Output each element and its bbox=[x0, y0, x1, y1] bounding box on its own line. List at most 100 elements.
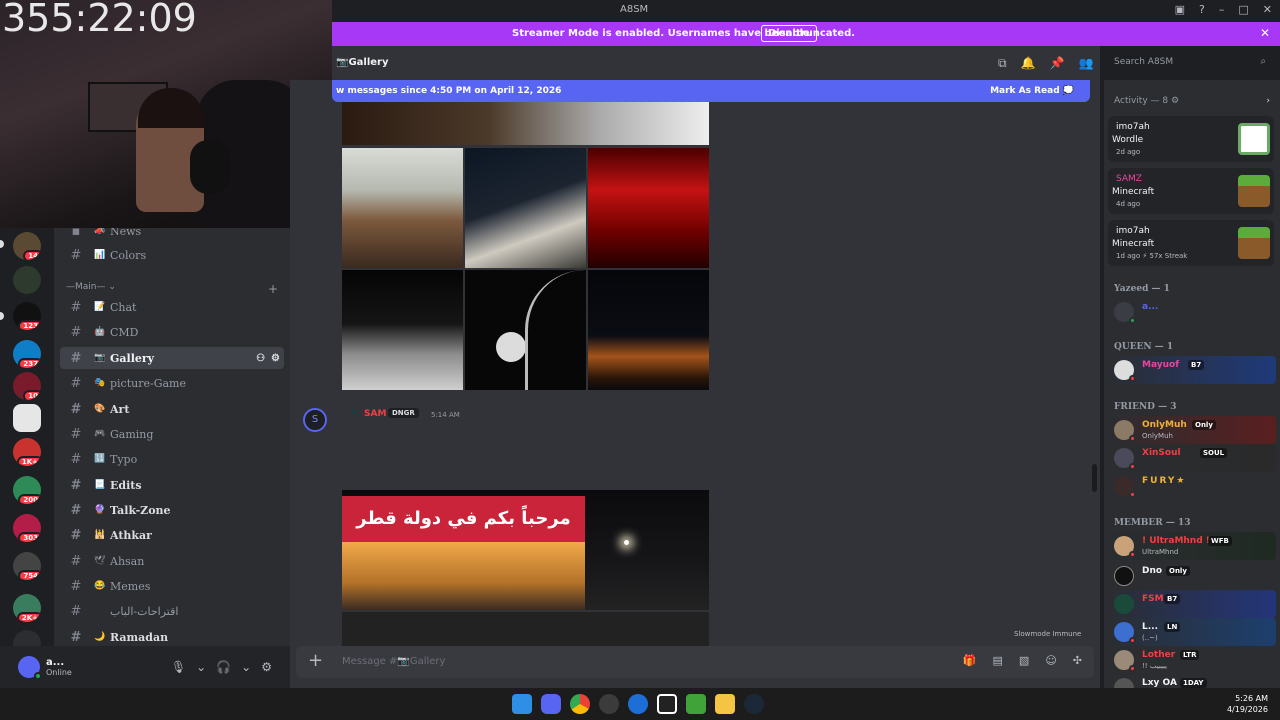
gallery-image-night-facade[interactable] bbox=[342, 270, 463, 390]
channel-picture-game[interactable]: # 🎭 picture-Game bbox=[60, 372, 284, 394]
chrome-icon[interactable] bbox=[570, 694, 590, 714]
microphone-icon[interactable]: 🎙 bbox=[171, 660, 186, 674]
gallery-image[interactable] bbox=[342, 102, 709, 145]
server-icon[interactable]: 10 bbox=[13, 372, 41, 400]
message-input[interactable]: Message #📷Gallery bbox=[342, 656, 445, 667]
server-icon[interactable]: 303 bbox=[13, 514, 41, 542]
channel-colors[interactable]: # 📊 Colors bbox=[60, 244, 284, 266]
search-input[interactable]: Search A8SM ⌕ bbox=[1108, 53, 1272, 73]
gear-icon[interactable]: ⚙ bbox=[1171, 96, 1179, 106]
channel-gallery[interactable]: # 📷 Gallery ⚇ ⚙ bbox=[60, 347, 284, 369]
start-menu-icon[interactable] bbox=[512, 694, 532, 714]
close-window-button[interactable]: ✕ bbox=[1263, 3, 1272, 16]
member-list-icon[interactable]: 👥 bbox=[1078, 56, 1093, 71]
gif-icon[interactable]: ▤ bbox=[993, 654, 1003, 667]
server-icon[interactable] bbox=[13, 266, 41, 294]
chevron-down-icon[interactable]: ⌄ bbox=[241, 660, 251, 674]
member-row[interactable]: FURY★ bbox=[1108, 472, 1276, 500]
channel-memes[interactable]: # 😂 Memes bbox=[60, 575, 284, 597]
settings-gear-icon[interactable]: ⚙ bbox=[271, 353, 280, 364]
apps-icon[interactable]: ✣ bbox=[1073, 654, 1082, 667]
add-channel-icon[interactable]: + bbox=[268, 282, 278, 296]
chevron-right-icon[interactable]: › bbox=[1266, 96, 1270, 106]
server-icon[interactable]: 1K+ bbox=[13, 438, 41, 466]
minimize-button[interactable]: – bbox=[1219, 3, 1225, 16]
member-row[interactable]: FSM B7 bbox=[1108, 590, 1276, 618]
server-icon[interactable]: 123 bbox=[13, 302, 41, 330]
channel-art[interactable]: # 🎨 Art bbox=[60, 398, 284, 420]
member-row[interactable]: Dno Only bbox=[1108, 562, 1276, 590]
member-row[interactable]: Lother LTR !! يبيبيب bbox=[1108, 646, 1276, 674]
sticker-icon[interactable]: ▧ bbox=[1019, 654, 1029, 667]
member-row[interactable]: OnlyMuh Only OnlyMuh bbox=[1108, 416, 1276, 444]
add-attachment-icon[interactable]: + bbox=[308, 650, 323, 671]
activity-header[interactable]: Activity — 8 ⚙ › bbox=[1114, 96, 1270, 106]
mention-badge: 1K+ bbox=[16, 456, 41, 466]
gift-icon[interactable]: 🎁 bbox=[963, 654, 977, 667]
channel-edits[interactable]: # 📃 Edits bbox=[60, 474, 284, 496]
channel-chat[interactable]: # 📝 Chat bbox=[60, 296, 284, 318]
member-row[interactable]: XinSoul SOUL bbox=[1108, 444, 1276, 472]
channel-talk-zone[interactable]: # 🔮 Talk-Zone bbox=[60, 499, 284, 521]
member-row[interactable]: Lxy OA 1DAY bbox=[1108, 674, 1276, 688]
server-icon[interactable]: 2K+ bbox=[13, 594, 41, 622]
gallery-image-red-lights[interactable] bbox=[588, 148, 709, 268]
channel-ahsan[interactable]: # 🕊 Ahsan bbox=[60, 550, 284, 572]
server-icon[interactable]: 754 bbox=[13, 552, 41, 580]
threads-icon[interactable]: ⧉ bbox=[998, 56, 1007, 71]
channel-news[interactable]: ▪ 📣 News bbox=[60, 228, 284, 242]
discord-icon[interactable] bbox=[541, 694, 561, 714]
message-author[interactable]: SAM bbox=[364, 409, 386, 419]
invite-icon[interactable]: ⚇ bbox=[256, 353, 265, 364]
scrollbar[interactable] bbox=[1092, 464, 1097, 492]
inbox-icon[interactable]: ▣ bbox=[1175, 3, 1185, 16]
channel-athkar[interactable]: # 🕌 Athkar bbox=[60, 524, 284, 546]
help-icon[interactable]: ? bbox=[1199, 3, 1205, 16]
capture-icon[interactable] bbox=[657, 694, 677, 714]
channel-gaming[interactable]: # 🎮 Gaming bbox=[60, 423, 284, 445]
minecraft-launcher-icon[interactable] bbox=[686, 694, 706, 714]
file-explorer-icon[interactable] bbox=[715, 694, 735, 714]
channel-ramadan[interactable]: # 🌙 Ramadan bbox=[60, 626, 284, 646]
steam-icon[interactable] bbox=[744, 694, 764, 714]
avatar[interactable] bbox=[18, 656, 42, 680]
activity-card[interactable]: imo7ah Minecraft 1d ago ⚡ 57x Streak bbox=[1108, 220, 1274, 266]
system-clock[interactable]: 5:26 AM 4/19/2026 bbox=[1227, 693, 1268, 715]
server-icon[interactable]: 237 bbox=[13, 340, 41, 368]
channel-typo[interactable]: # 🔢 Typo bbox=[60, 448, 284, 470]
gallery-image-qatar-sign[interactable]: مرحباً بكم في دولة قطر bbox=[342, 490, 709, 610]
new-messages-bar[interactable]: w messages since 4:50 PM on April 12, 20… bbox=[332, 80, 1090, 102]
server-icon[interactable] bbox=[13, 404, 41, 432]
battlenet-icon[interactable] bbox=[628, 694, 648, 714]
headphones-icon[interactable]: 🎧 bbox=[216, 660, 231, 674]
channel-label: picture-Game bbox=[110, 376, 186, 390]
user-settings-gear-icon[interactable]: ⚙ bbox=[261, 660, 272, 674]
close-banner-icon[interactable]: ✕ bbox=[1260, 26, 1270, 40]
member-row[interactable]: ! UltraMhnd ! WFB UltraMhnd bbox=[1108, 532, 1276, 560]
channel-suggestions[interactable]: # اقتراحات-الباب bbox=[60, 600, 284, 622]
activity-card[interactable]: SAMZ Minecraft 4d ago bbox=[1108, 168, 1274, 214]
bell-icon[interactable]: 🔔 bbox=[1021, 56, 1036, 71]
gallery-image-building[interactable] bbox=[465, 148, 586, 268]
category-main[interactable]: —Main— ⌄ + bbox=[66, 282, 278, 296]
member-row[interactable]: L... LN (..~) bbox=[1108, 618, 1276, 646]
server-icon[interactable]: 200 bbox=[13, 476, 41, 504]
server-icon[interactable]: 14 bbox=[13, 232, 41, 260]
message-composer[interactable]: + Message #📷Gallery 🎁 ▤ ▧ ☺ ✣ bbox=[296, 646, 1094, 678]
maximize-button[interactable]: □ bbox=[1238, 3, 1248, 16]
obs-icon[interactable] bbox=[599, 694, 619, 714]
member-row[interactable]: Mayuof B7 bbox=[1108, 356, 1276, 384]
activity-card[interactable]: imo7ah Wordle 2d ago bbox=[1108, 116, 1274, 162]
emoji-icon[interactable]: ☺ bbox=[1045, 654, 1056, 667]
gallery-image-moon[interactable] bbox=[465, 270, 586, 390]
channel-cmd[interactable]: # 🤖 CMD bbox=[60, 321, 284, 343]
author-avatar[interactable]: S bbox=[303, 408, 327, 432]
pin-icon[interactable]: 📌 bbox=[1050, 56, 1065, 71]
mark-as-read-button[interactable]: Mark As Read 💭 bbox=[990, 86, 1074, 96]
gallery-image[interactable] bbox=[342, 612, 709, 646]
chevron-down-icon[interactable]: ⌄ bbox=[196, 660, 206, 674]
disable-button[interactable]: Disable bbox=[761, 25, 817, 42]
gallery-image-food[interactable] bbox=[342, 148, 463, 268]
gallery-image-mountains[interactable] bbox=[588, 270, 709, 390]
member-row[interactable]: a... bbox=[1108, 298, 1276, 326]
